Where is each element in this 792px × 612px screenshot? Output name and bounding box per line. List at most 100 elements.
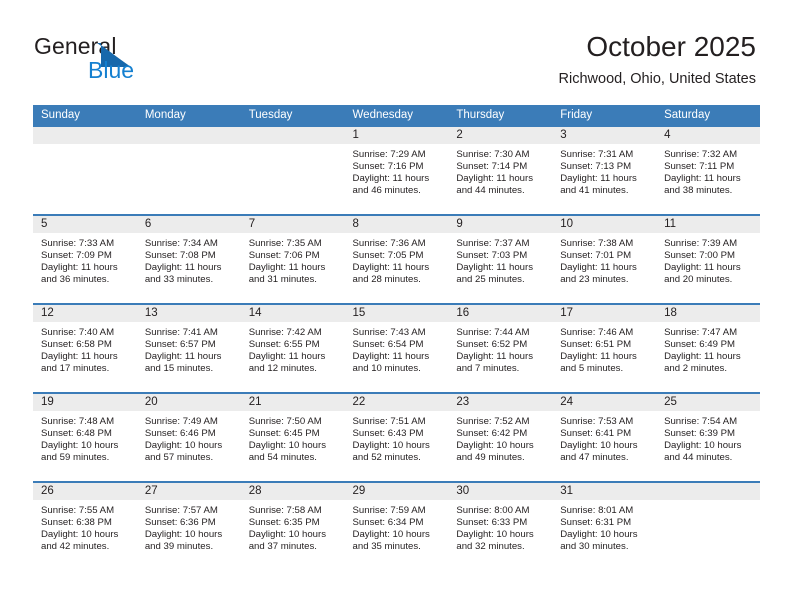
sunrise-text: Sunrise: 8:00 AM [456, 505, 530, 516]
calendar-day-cell[interactable]: 16 Sunrise: 7:44 AM Sunset: 6:52 PM Dayligh… [448, 303, 553, 393]
calendar-grid: Sunday Monday Tuesday Wednesday Thursday… [33, 105, 760, 571]
daylight-text-line2: and 42 minutes. [41, 540, 110, 552]
calendar-day-cell[interactable]: 6 Sunrise: 7:34 AM Sunset: 7:08 PM Daylight… [136, 214, 241, 304]
day-details: Sunrise: 8:00 AM Sunset: 6:33 PM Daylight:… [448, 500, 552, 553]
day-number: 24 [552, 394, 657, 411]
calendar-day-cell[interactable]: 17 Sunrise: 7:46 AM Sunset: 6:51 PM Dayligh… [552, 303, 657, 393]
day-details: Sunrise: 7:37 AM Sunset: 7:03 PM Daylight:… [448, 233, 552, 286]
calendar-day-cell[interactable]: 4 Sunrise: 7:32 AM Sunset: 7:11 PM Daylight… [656, 125, 760, 215]
daylight-text-line2: and 2 minutes. [664, 362, 727, 374]
day-details: Sunrise: 7:41 AM Sunset: 6:57 PM Daylight:… [137, 322, 241, 375]
calendar-day-cell[interactable]: 20 Sunrise: 7:49 AM Sunset: 6:46 PM Dayligh… [136, 392, 241, 482]
daylight-text-line2: and 47 minutes. [560, 451, 629, 463]
sunrise-text: Sunrise: 7:41 AM [144, 327, 218, 338]
sunset-text: Sunset: 7:01 PM [560, 249, 632, 261]
calendar-day-cell[interactable]: 8 Sunrise: 7:36 AM Sunset: 7:05 PM Daylight… [344, 214, 449, 304]
day-details: Sunrise: 7:57 AM Sunset: 6:36 PM Daylight:… [137, 500, 241, 553]
calendar-day-cell[interactable]: 24 Sunrise: 7:53 AM Sunset: 6:41 PM Dayligh… [552, 392, 657, 482]
sunset-text: Sunset: 6:58 PM [41, 338, 112, 350]
daylight-text-line2: and 37 minutes. [248, 540, 317, 552]
calendar-day-cell[interactable]: 22 Sunrise: 7:51 AM Sunset: 6:43 PM Dayligh… [344, 392, 449, 482]
sunset-text: Sunset: 6:51 PM [560, 338, 632, 350]
weekday-header-wednesday: Wednesday [344, 105, 449, 126]
daylight-text-line1: Daylight: 11 hours [560, 261, 637, 273]
day-number [33, 127, 137, 144]
calendar-body: 1 Sunrise: 7:29 AM Sunset: 7:16 PM Daylight… [33, 125, 760, 571]
calendar-day-cell[interactable]: 9 Sunrise: 7:37 AM Sunset: 7:03 PM Daylight… [448, 214, 553, 304]
sunset-text: Sunset: 6:45 PM [248, 427, 320, 439]
day-number: 14 [240, 305, 345, 322]
day-number: 29 [344, 483, 449, 500]
calendar-day-cell[interactable]: 18 Sunrise: 7:47 AM Sunset: 6:49 PM Dayligh… [656, 303, 760, 393]
calendar-day-cell[interactable]: 10 Sunrise: 7:38 AM Sunset: 7:01 PM Dayligh… [552, 214, 657, 304]
calendar-day-cell[interactable]: 7 Sunrise: 7:35 AM Sunset: 7:06 PM Daylight… [240, 214, 345, 304]
calendar-day-cell[interactable]: 26 Sunrise: 7:55 AM Sunset: 6:38 PM Dayligh… [33, 481, 137, 571]
calendar-day-cell[interactable]: 19 Sunrise: 7:48 AM Sunset: 6:48 PM Dayligh… [33, 392, 137, 482]
day-details: Sunrise: 7:51 AM Sunset: 6:43 PM Daylight:… [345, 411, 449, 464]
calendar-day-cell[interactable]: 27 Sunrise: 7:57 AM Sunset: 6:36 PM Dayligh… [136, 481, 241, 571]
day-number: 16 [448, 305, 553, 322]
daylight-text-line1: Daylight: 11 hours [248, 261, 326, 273]
daylight-text-line2: and 57 minutes. [144, 451, 214, 463]
sunrise-text: Sunrise: 7:36 AM [352, 238, 426, 249]
day-details: Sunrise: 7:32 AM Sunset: 7:11 PM Daylight:… [656, 144, 760, 197]
calendar-week-row: 5 Sunrise: 7:33 AM Sunset: 7:09 PM Daylight… [33, 214, 760, 304]
daylight-text-line2: and 33 minutes. [144, 273, 214, 285]
sunrise-text: Sunrise: 7:47 AM [664, 327, 738, 338]
calendar-week-row: 26 Sunrise: 7:55 AM Sunset: 6:38 PM Dayligh… [33, 481, 760, 571]
weekday-header-saturday: Saturday [656, 105, 760, 126]
general-blue-logo[interactable]: General Blue [34, 33, 214, 85]
daylight-text-line1: Daylight: 11 hours [248, 350, 326, 362]
sunrise-text: Sunrise: 7:39 AM [664, 238, 738, 249]
calendar-day-cell[interactable]: 5 Sunrise: 7:33 AM Sunset: 7:09 PM Daylight… [33, 214, 137, 304]
title-block: October 2025 Richwood, Ohio, United Stat… [559, 30, 756, 88]
daylight-text-line2: and 15 minutes. [144, 362, 214, 374]
calendar-day-cell[interactable]: 28 Sunrise: 7:58 AM Sunset: 6:35 PM Dayligh… [240, 481, 345, 571]
day-details: Sunrise: 7:50 AM Sunset: 6:45 PM Daylight:… [241, 411, 345, 464]
day-details: Sunrise: 7:36 AM Sunset: 7:05 PM Daylight:… [345, 233, 449, 286]
calendar-day-cell[interactable]: 13 Sunrise: 7:41 AM Sunset: 6:57 PM Dayligh… [136, 303, 241, 393]
calendar-day-cell[interactable]: 11 Sunrise: 7:39 AM Sunset: 7:00 PM Dayligh… [656, 214, 760, 304]
day-details: Sunrise: 7:30 AM Sunset: 7:14 PM Daylight:… [448, 144, 552, 197]
day-number: 21 [240, 394, 345, 411]
day-details: Sunrise: 7:47 AM Sunset: 6:49 PM Daylight:… [656, 322, 760, 375]
daylight-text-line1: Daylight: 11 hours [560, 350, 637, 362]
weekday-header-thursday: Thursday [448, 105, 553, 126]
daylight-text-line1: Daylight: 11 hours [664, 172, 741, 184]
calendar-day-cell[interactable]: 23 Sunrise: 7:52 AM Sunset: 6:42 PM Dayligh… [448, 392, 553, 482]
sunset-text: Sunset: 7:13 PM [560, 160, 632, 172]
calendar-day-cell[interactable]: 31 Sunrise: 8:01 AM Sunset: 6:31 PM Dayligh… [552, 481, 657, 571]
calendar-day-cell[interactable]: 25 Sunrise: 7:54 AM Sunset: 6:39 PM Dayligh… [656, 392, 760, 482]
day-number: 1 [344, 127, 449, 144]
daylight-text-line2: and 25 minutes. [456, 273, 525, 285]
daylight-text-line1: Daylight: 11 hours [560, 172, 637, 184]
day-details: Sunrise: 7:59 AM Sunset: 6:34 PM Daylight:… [345, 500, 449, 553]
calendar-day-cell[interactable]: 21 Sunrise: 7:50 AM Sunset: 6:45 PM Dayligh… [240, 392, 345, 482]
daylight-text-line1: Daylight: 10 hours [248, 528, 327, 540]
calendar-day-cell-empty [136, 125, 241, 215]
day-number: 27 [136, 483, 241, 500]
day-details: Sunrise: 7:35 AM Sunset: 7:06 PM Daylight:… [241, 233, 345, 286]
sunrise-text: Sunrise: 7:37 AM [456, 238, 530, 249]
daylight-text-line1: Daylight: 11 hours [352, 261, 430, 273]
day-details: Sunrise: 7:58 AM Sunset: 6:35 PM Daylight:… [241, 500, 345, 553]
calendar-day-cell[interactable]: 30 Sunrise: 8:00 AM Sunset: 6:33 PM Dayligh… [448, 481, 553, 571]
daylight-text-line2: and 36 minutes. [41, 273, 110, 285]
calendar-day-cell[interactable]: 15 Sunrise: 7:43 AM Sunset: 6:54 PM Dayligh… [344, 303, 449, 393]
daylight-text-line1: Daylight: 10 hours [560, 528, 638, 540]
sunset-text: Sunset: 6:43 PM [352, 427, 424, 439]
day-details: Sunrise: 7:33 AM Sunset: 7:09 PM Daylight:… [33, 233, 137, 286]
calendar-day-cell[interactable]: 1 Sunrise: 7:29 AM Sunset: 7:16 PM Daylight… [344, 125, 449, 215]
sunset-text: Sunset: 6:46 PM [144, 427, 216, 439]
calendar-day-cell[interactable]: 14 Sunrise: 7:42 AM Sunset: 6:55 PM Dayligh… [240, 303, 345, 393]
calendar-table: Sunday Monday Tuesday Wednesday Thursday… [33, 105, 760, 571]
day-number: 11 [656, 216, 760, 233]
calendar-day-cell[interactable]: 12 Sunrise: 7:40 AM Sunset: 6:58 PM Dayligh… [33, 303, 137, 393]
calendar-day-cell[interactable]: 2 Sunrise: 7:30 AM Sunset: 7:14 PM Daylight… [448, 125, 553, 215]
daylight-text-line2: and 23 minutes. [560, 273, 629, 285]
calendar-day-cell[interactable]: 29 Sunrise: 7:59 AM Sunset: 6:34 PM Dayligh… [344, 481, 449, 571]
calendar-day-cell[interactable]: 3 Sunrise: 7:31 AM Sunset: 7:13 PM Daylight… [552, 125, 657, 215]
sunset-text: Sunset: 6:33 PM [456, 516, 528, 528]
day-number: 15 [344, 305, 449, 322]
sunrise-text: Sunrise: 7:32 AM [664, 149, 738, 160]
